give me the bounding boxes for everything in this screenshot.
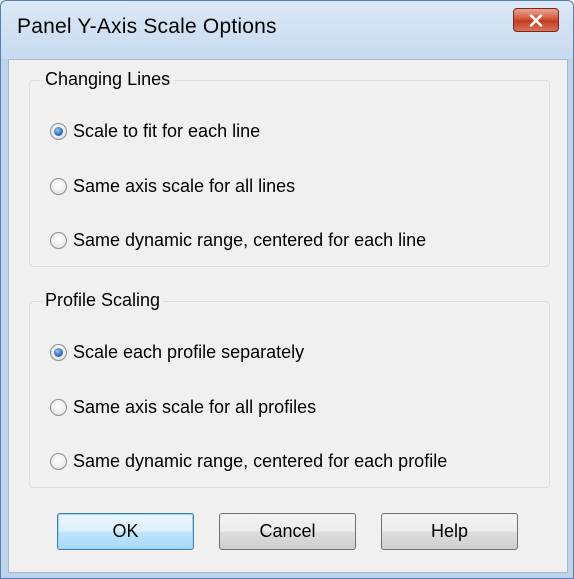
radio-button[interactable] — [50, 343, 67, 361]
cancel-button[interactable]: Cancel — [219, 513, 356, 550]
radio-button[interactable] — [50, 122, 67, 140]
radio-label: Same axis scale for all profiles — [73, 396, 317, 417]
changing-lines-group: Changing Lines Scale to fit for each lin… — [29, 69, 550, 267]
radio-button[interactable] — [50, 177, 67, 195]
profile-scaling-group: Profile Scaling Scale each profile separ… — [29, 290, 550, 488]
radio-same-axis-scale-all-profiles[interactable]: Same axis scale for all profiles — [50, 394, 316, 420]
radio-same-axis-scale-all-lines[interactable]: Same axis scale for all lines — [50, 173, 295, 199]
dialog-window: Panel Y-Axis Scale Options Changing Line… — [0, 0, 574, 579]
radio-scale-to-fit-each-line[interactable]: Scale to fit for each line — [50, 118, 260, 144]
radio-label: Same dynamic range, centered for each pr… — [73, 450, 448, 471]
radio-same-dynamic-range-each-profile[interactable]: Same dynamic range, centered for each pr… — [50, 448, 447, 474]
radio-button[interactable] — [50, 231, 67, 249]
window-title: Panel Y-Axis Scale Options — [17, 15, 277, 38]
title-bar[interactable]: Panel Y-Axis Scale Options — [1, 1, 573, 59]
ok-button[interactable]: OK — [57, 513, 194, 550]
radio-scale-each-profile-separately[interactable]: Scale each profile separately — [50, 339, 304, 365]
radio-label: Same axis scale for all lines — [73, 175, 296, 196]
radio-same-dynamic-range-each-line[interactable]: Same dynamic range, centered for each li… — [50, 227, 426, 253]
radio-button[interactable] — [50, 398, 67, 416]
dialog-client-area: Changing Lines Scale to fit for each lin… — [8, 59, 568, 573]
changing-lines-group-title: Changing Lines — [42, 69, 174, 90]
help-button[interactable]: Help — [381, 513, 518, 550]
radio-label: Scale each profile separately — [73, 341, 305, 362]
radio-button[interactable] — [50, 452, 67, 470]
profile-scaling-group-title: Profile Scaling — [42, 290, 164, 311]
close-button[interactable] — [513, 8, 559, 32]
radio-label: Scale to fit for each line — [73, 120, 261, 141]
radio-label: Same dynamic range, centered for each li… — [73, 229, 427, 250]
close-icon — [529, 13, 543, 27]
